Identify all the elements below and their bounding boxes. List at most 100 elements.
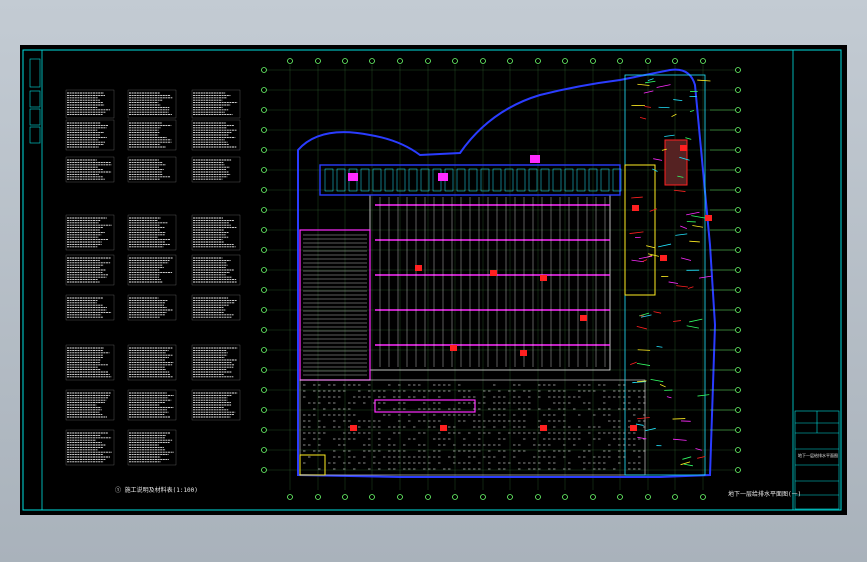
- spec-table: [191, 294, 241, 321]
- axis-bubble-right: [735, 107, 741, 113]
- axis-bubble-right: [735, 207, 741, 213]
- pipe-stack: [697, 394, 710, 397]
- title-block-name: 地下一层给排水平面图: [798, 453, 838, 458]
- spec-table: [127, 294, 177, 321]
- building-outline: [297, 68, 717, 478]
- floor-plan: [261, 58, 741, 500]
- axis-bubble-right: [735, 287, 741, 293]
- spec-table: [127, 89, 177, 119]
- pipe-stack: [689, 318, 703, 323]
- axis-bubble-top: [480, 58, 486, 64]
- axis-bubble-bottom: [397, 494, 403, 500]
- left-margin-stamps: [29, 58, 41, 144]
- pipe-stack: [637, 83, 650, 86]
- pipe-stack: [647, 78, 654, 82]
- equipment-marker: [660, 255, 667, 261]
- pipe-stack: [687, 286, 694, 289]
- pipe-stack: [639, 116, 647, 120]
- axis-bubble-bottom: [672, 494, 678, 500]
- pipe-stack: [646, 245, 656, 249]
- pipe-stack: [630, 361, 637, 365]
- plan-title: 地下一层给排水平面图(一): [728, 491, 802, 498]
- spec-table: [65, 254, 115, 286]
- spec-table: [191, 214, 241, 251]
- pipe-stack: [656, 345, 663, 348]
- equipment-marker: [705, 215, 712, 221]
- spec-note-title: ① 施工说明及材料表(1:100): [115, 487, 198, 494]
- pipe-bay: [408, 168, 418, 192]
- spec-table: [127, 119, 177, 151]
- equipment-marker: [490, 270, 497, 276]
- axis-bubble-top: [452, 58, 458, 64]
- pipe-stack: [675, 233, 688, 236]
- axis-bubble-right: [735, 67, 741, 73]
- equipment-marker: [450, 345, 457, 351]
- pipe-stack: [686, 211, 700, 216]
- pipe-bay: [528, 168, 538, 192]
- spec-table: [65, 344, 115, 381]
- axis-bubble-right: [735, 407, 741, 413]
- center-band: [374, 399, 476, 413]
- pipe-bay: [552, 168, 562, 192]
- pipe-stack: [685, 137, 692, 140]
- spec-table: [127, 214, 177, 251]
- pipe-stack: [653, 158, 663, 161]
- axis-bubble-top: [425, 58, 431, 64]
- pipe-bay: [336, 168, 346, 192]
- spec-table: [191, 156, 241, 183]
- spec-table: [127, 156, 177, 183]
- pipe-stack: [635, 423, 644, 426]
- pipe-stack: [645, 80, 656, 84]
- spec-table: [191, 89, 241, 119]
- pipe-stack: [673, 99, 683, 101]
- axis-bubble-top: [645, 58, 651, 64]
- spec-table-border: [191, 89, 241, 119]
- specification-tables: [65, 89, 241, 466]
- pipe-stack: [656, 84, 671, 88]
- axis-bubble-top: [315, 58, 321, 64]
- top-band: [319, 164, 621, 196]
- axis-bubble-top: [535, 58, 541, 64]
- spec-table: [65, 294, 115, 321]
- spec-table: [65, 89, 115, 119]
- equipment-marker: [540, 275, 547, 281]
- axis-bubble-top: [672, 58, 678, 64]
- axis-bubble-right: [735, 347, 741, 353]
- pipe-stack: [650, 378, 664, 383]
- spec-table: [127, 429, 177, 466]
- equipment-marker: [520, 350, 527, 356]
- axis-grid-lines: [265, 65, 735, 490]
- equipment-marker: [632, 205, 639, 211]
- equipment-marker: [440, 425, 447, 431]
- pipe-bay: [600, 168, 610, 192]
- title-block: [794, 410, 840, 510]
- axis-bubble-right: [735, 427, 741, 433]
- pipe-stack: [676, 285, 688, 288]
- axis-bubble-top: [507, 58, 513, 64]
- equipment-marker: [630, 425, 637, 431]
- axis-bubble-top: [369, 58, 375, 64]
- pipe-stack: [668, 281, 679, 284]
- axis-bubble-top: [700, 58, 706, 64]
- equipment-marker: [540, 425, 547, 431]
- axis-bubble-bottom: [700, 494, 706, 500]
- pipe-stack: [671, 113, 677, 118]
- axis-bubble-right: [735, 267, 741, 273]
- spec-table: [127, 344, 177, 381]
- pipe-stack: [689, 110, 695, 113]
- pipe-stack: [645, 427, 656, 432]
- axis-bubble-bottom: [535, 494, 541, 500]
- pipe-stack: [653, 311, 662, 314]
- pipe-bay: [540, 168, 550, 192]
- pipe-bay: [420, 168, 430, 192]
- pipe-stack: [682, 456, 692, 460]
- pipe-stack: [673, 320, 682, 322]
- pipe-stack: [692, 225, 704, 228]
- axis-bubble-right: [735, 387, 741, 393]
- equipment-marker: [415, 265, 422, 271]
- pipe-bay: [468, 168, 478, 192]
- pipe-stack: [672, 418, 686, 420]
- axis-bubble-right: [735, 247, 741, 253]
- pipe-bay: [396, 168, 406, 192]
- axis-bubble-bottom: [369, 494, 375, 500]
